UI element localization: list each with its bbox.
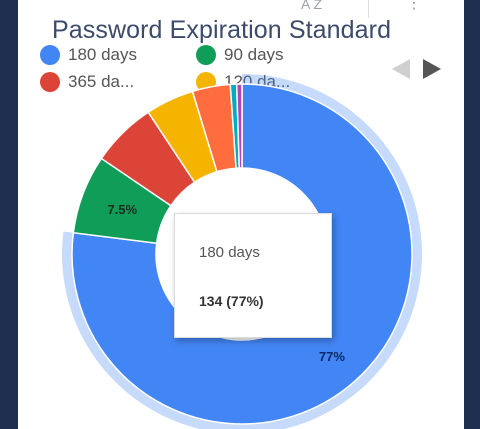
tooltip-value: 134 (77%) — [199, 293, 264, 309]
tooltip-label: 180 days — [199, 244, 260, 261]
chart-card: Password Expiration Standard A Z ⋮ 180 d… — [18, 0, 464, 429]
chart-tooltip: 180 days 134 (77%) — [174, 213, 332, 338]
slice-data-label: 7.5% — [107, 202, 137, 217]
slice-data-label: 77% — [319, 349, 345, 364]
